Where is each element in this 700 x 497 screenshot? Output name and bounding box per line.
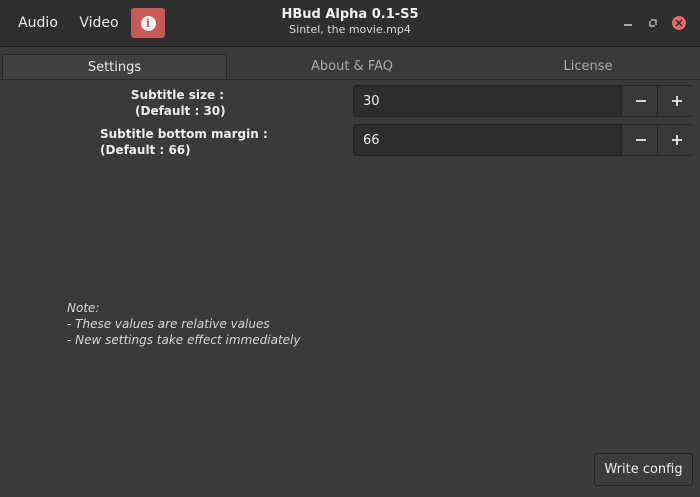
tab-settings[interactable]: Settings	[2, 54, 227, 80]
subtitle-size-increment-button[interactable]	[657, 86, 695, 116]
subtitle-margin-spinbutton	[353, 124, 695, 156]
tab-license[interactable]: License	[476, 54, 700, 79]
subtitle-size-label-default: (Default : 30)	[135, 104, 226, 118]
tab-bar: Settings About & FAQ License	[0, 54, 700, 80]
subtitle-margin-label-title: Subtitle bottom margin :	[100, 127, 268, 141]
settings-note: Note: - These values are relative values…	[67, 300, 300, 348]
minimize-button[interactable]	[620, 15, 636, 31]
plus-icon	[671, 135, 682, 145]
info-button[interactable]: i	[131, 8, 165, 38]
close-icon	[672, 16, 686, 30]
tab-about-faq[interactable]: About & FAQ	[238, 54, 466, 79]
video-menu-button[interactable]: Video	[72, 8, 126, 38]
minus-icon	[635, 100, 646, 102]
plus-icon	[671, 96, 682, 106]
header-bar: Audio Video i HBud Alpha 0.1-S5 Sintel, …	[0, 0, 700, 47]
window-subtitle: Sintel, the movie.mp4	[289, 23, 411, 36]
tab-divider	[0, 79, 700, 80]
note-line-immediate: - New settings take effect immediately	[67, 333, 301, 347]
subtitle-size-decrement-button[interactable]	[621, 86, 659, 116]
subtitle-margin-increment-button[interactable]	[657, 125, 695, 155]
subtitle-margin-decrement-button[interactable]	[621, 125, 659, 155]
note-heading: Note:	[67, 301, 100, 315]
subtitle-margin-label-default: (Default : 66)	[100, 143, 191, 157]
window-title: HBud Alpha 0.1-S5	[281, 7, 419, 22]
audio-menu-button[interactable]: Audio	[10, 8, 66, 38]
subtitle-margin-input[interactable]	[354, 125, 620, 155]
maximize-button[interactable]	[645, 15, 661, 31]
info-icon: i	[140, 15, 156, 31]
subtitle-size-input[interactable]	[354, 86, 620, 116]
window-title-group: HBud Alpha 0.1-S5 Sintel, the movie.mp4	[200, 6, 500, 37]
subtitle-size-spinbutton	[353, 85, 695, 117]
write-config-button[interactable]: Write config	[594, 453, 693, 486]
subtitle-size-label: Subtitle size : (Default : 30)	[100, 87, 255, 119]
subtitle-size-label-title: Subtitle size :	[130, 88, 225, 102]
maximize-icon	[649, 19, 657, 27]
note-line-relative: - These values are relative values	[67, 317, 270, 331]
subtitle-margin-label: Subtitle bottom margin : (Default : 66)	[84, 126, 271, 158]
close-button[interactable]	[671, 15, 687, 31]
minus-icon	[635, 139, 646, 141]
minimize-icon	[624, 24, 632, 26]
